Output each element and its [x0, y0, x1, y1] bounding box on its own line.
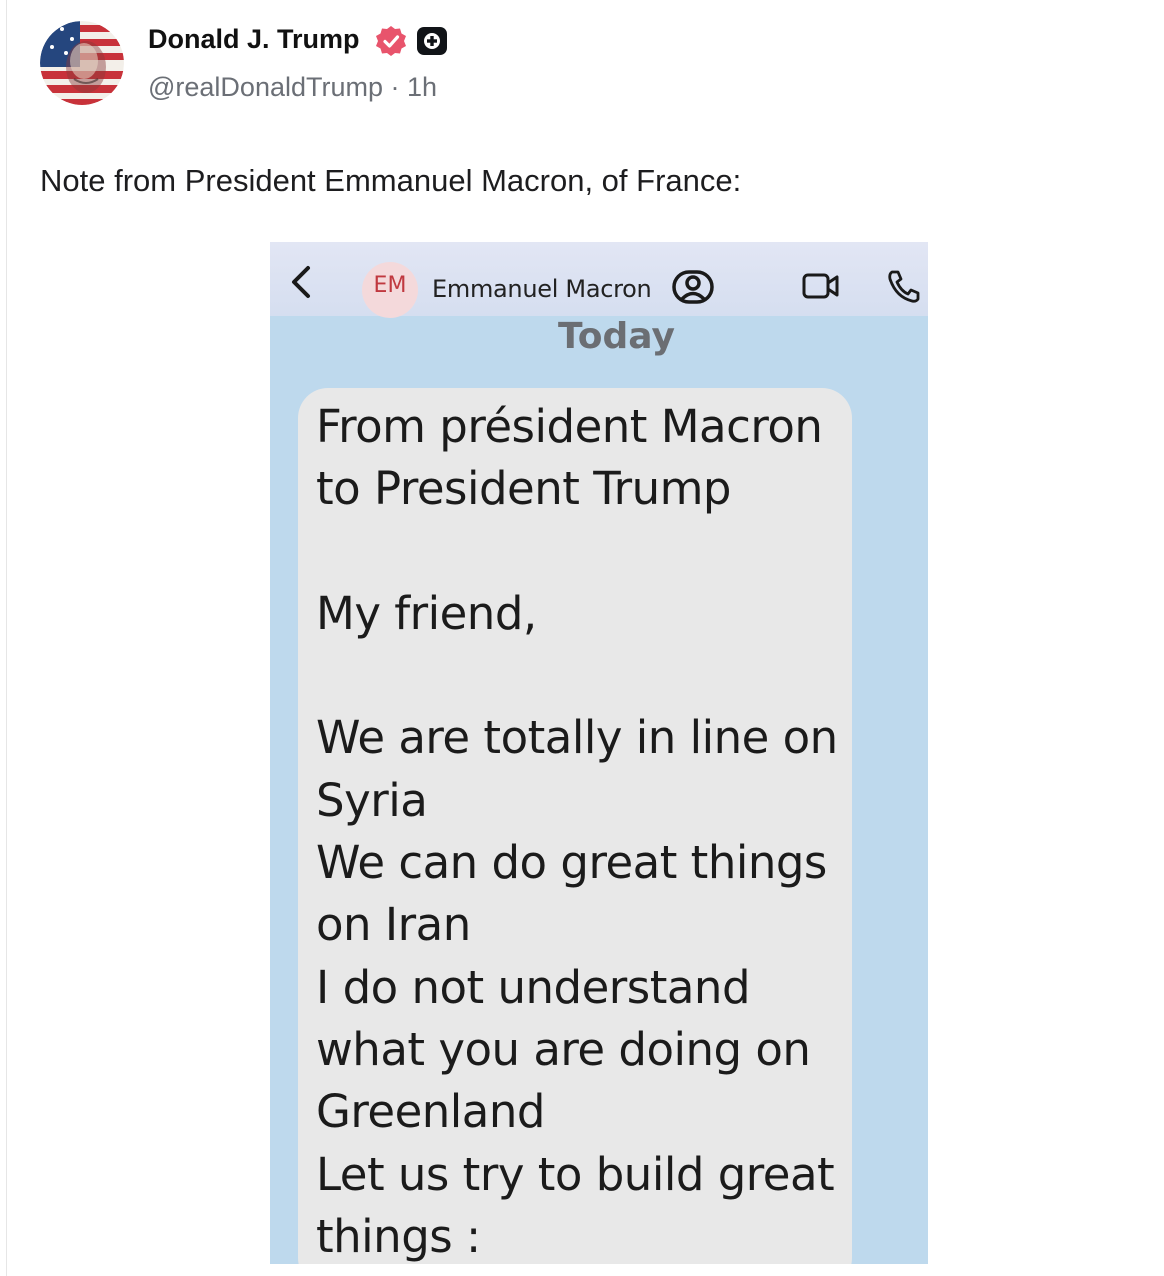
message-line: We are totally in line on: [316, 711, 838, 765]
post-timestamp[interactable]: 1h: [407, 72, 437, 102]
author-display-name[interactable]: Donald J. Trump: [148, 24, 360, 55]
verified-badge-icon: [376, 26, 406, 56]
author-meta: @realDonaldTrump · 1h: [148, 72, 437, 103]
message-line: Let us try to build great: [316, 1147, 835, 1201]
meta-separator: ·: [390, 72, 400, 102]
plus-badge-icon: [417, 27, 447, 55]
message-line: Syria: [316, 773, 428, 827]
message-line: Greenland: [316, 1085, 545, 1139]
post-text: Note from President Emmanuel Macron, of …: [40, 163, 742, 198]
back-chevron-icon: [292, 266, 310, 298]
message-line: I do not understand: [316, 960, 751, 1014]
contact-name: Emmanuel Macron: [432, 275, 652, 303]
date-separator: Today: [558, 316, 675, 357]
video-call-icon: [802, 273, 839, 299]
message-line: on Iran: [316, 898, 471, 952]
message-line: [316, 521, 856, 583]
message-text: From président Macron to President Trump…: [316, 396, 856, 1264]
avatar-image: [40, 21, 124, 105]
message-line: From président Macron: [316, 400, 823, 453]
message-bubble: From président Macron to President Trump…: [298, 388, 852, 1264]
message-line: [316, 645, 856, 707]
message-line: My friend,: [316, 586, 537, 640]
feed-divider: [6, 0, 7, 1276]
message-line: to President Trump: [316, 462, 731, 516]
message-line: what you are doing on: [316, 1022, 811, 1076]
attached-image[interactable]: EM Emmanuel Macron Today From président …: [270, 242, 928, 1264]
author-handle[interactable]: @realDonaldTrump: [148, 72, 383, 102]
contact-avatar: EM: [362, 262, 418, 318]
contact-card-icon: [672, 270, 714, 304]
avatar[interactable]: [40, 21, 124, 105]
message-header: EM Emmanuel Macron: [270, 242, 928, 318]
phone-call-icon: [888, 270, 920, 303]
message-line: We can do great things: [316, 836, 827, 890]
message-line: things :: [316, 1209, 481, 1263]
